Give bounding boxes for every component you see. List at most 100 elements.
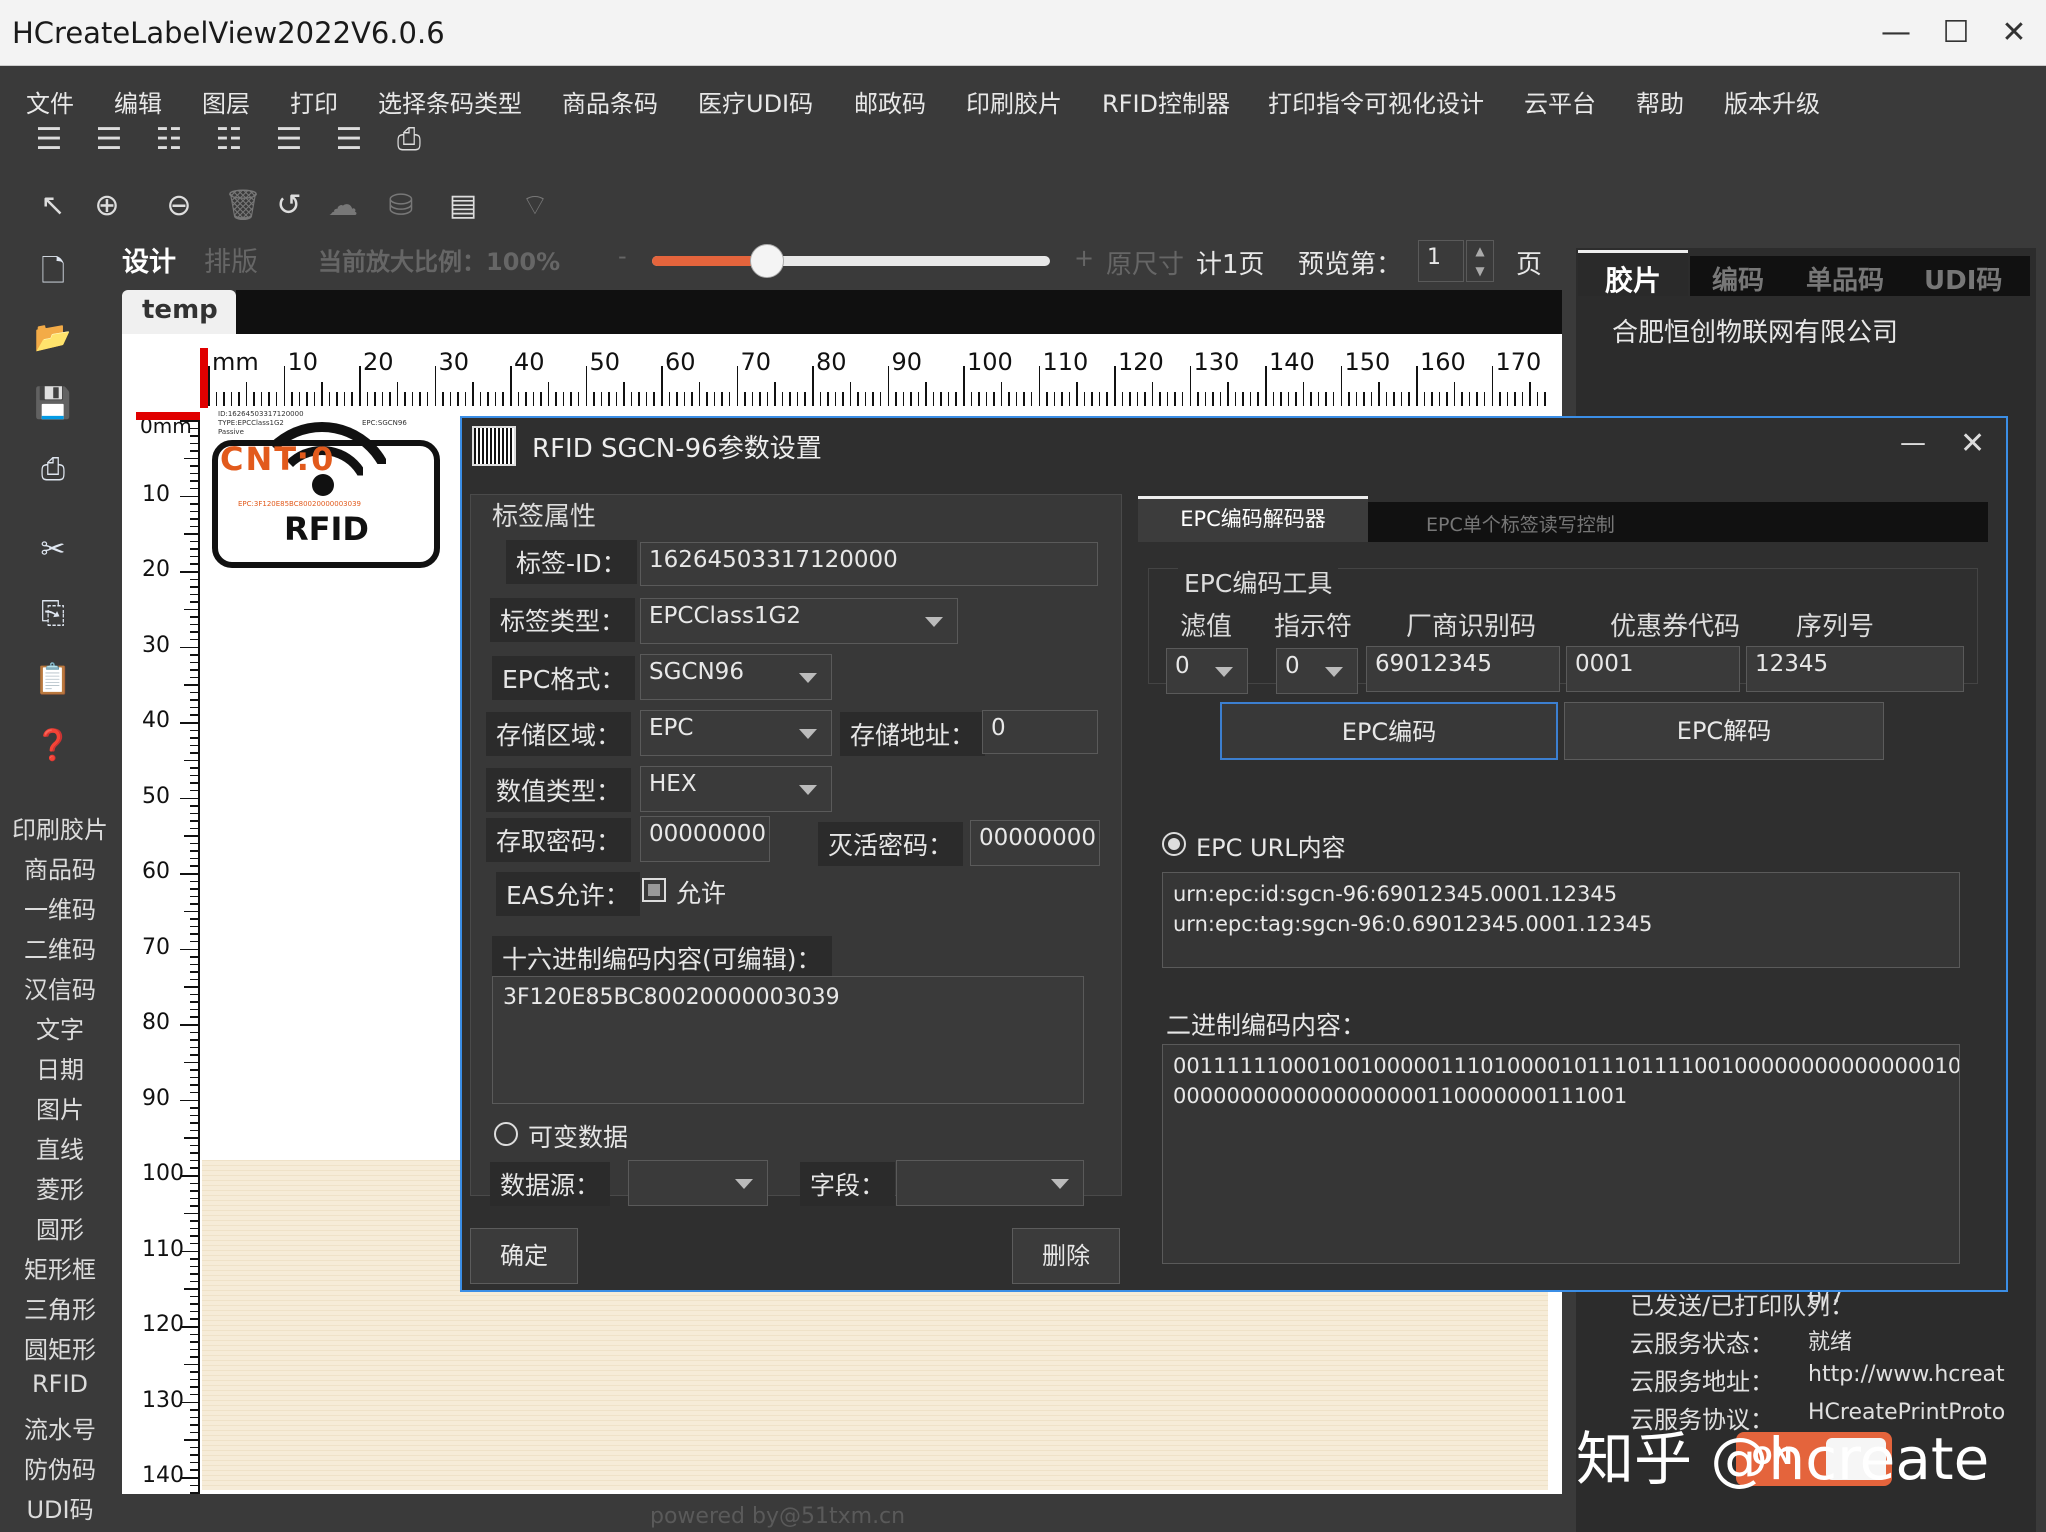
company-prefix-field[interactable]: 69012345 [1366, 646, 1560, 692]
field-select[interactable] [896, 1160, 1084, 1206]
minimize-icon[interactable]: — [1866, 8, 1926, 58]
cloud-icon[interactable]: ☁ [320, 186, 366, 232]
help-icon[interactable]: ❓ [28, 726, 78, 772]
menu-postal[interactable]: 邮政码 [854, 84, 926, 119]
data-source-select[interactable] [628, 1160, 768, 1206]
menu-print[interactable]: 打印 [290, 84, 338, 119]
delete-button[interactable]: 删除 [1012, 1228, 1120, 1284]
menu-product-barcode[interactable]: 商品条码 [562, 84, 658, 119]
kill-password-field[interactable]: 00000000 [970, 820, 1100, 866]
rfid-label-object[interactable]: ID:16264503317120000 TYPE:EPCClass1G2 EP… [212, 410, 440, 570]
sidebar-item-11[interactable]: 矩形框 [10, 1250, 110, 1285]
tab-epc-codec[interactable]: EPC编码解码器 [1138, 496, 1368, 542]
preview-page-input[interactable]: 1 [1418, 240, 1464, 282]
tab-design[interactable]: 设计 [122, 240, 176, 279]
menu-barcode-type[interactable]: 选择条码类型 [378, 84, 522, 119]
memory-address-field[interactable]: 0 [982, 710, 1098, 754]
tree-item-company[interactable]: 合肥恒创物联网有限公司 [1612, 312, 1898, 349]
sidebar-item-12[interactable]: 三角形 [10, 1290, 110, 1325]
tab-single[interactable]: 单品码 [1806, 260, 1884, 297]
serial-number-field[interactable]: 12345 [1746, 646, 1964, 692]
printer-icon[interactable]: ⎙ [386, 120, 432, 166]
print-icon[interactable]: ⎙ [28, 450, 78, 496]
sidebar-item-3[interactable]: 二维码 [10, 930, 110, 965]
hex-content-textarea[interactable]: 3F120E85BC80020000003039 [492, 976, 1084, 1104]
sidebar-item-14[interactable]: RFID [10, 1370, 110, 1398]
tab-film[interactable]: 胶片 [1578, 250, 1688, 297]
menu-cloud[interactable]: 云平台 [1524, 84, 1596, 119]
pointer-icon[interactable]: ↖ [30, 186, 76, 232]
memory-area-select[interactable]: EPC [640, 710, 832, 756]
open-folder-icon[interactable]: 📂 [28, 318, 78, 364]
menu-layer[interactable]: 图层 [202, 84, 250, 119]
sidebar-item-17[interactable]: UDI码 [10, 1490, 110, 1525]
sidebar-item-7[interactable]: 图片 [10, 1090, 110, 1125]
tab-layout[interactable]: 排版 [204, 240, 258, 279]
list-icon[interactable]: ☷ [146, 120, 192, 166]
epc-url-textarea[interactable]: urn:epc:id:sgcn-96:69012345.0001.12345 u… [1162, 872, 1960, 968]
tag-type-select[interactable]: EPCClass1G2 [640, 598, 958, 644]
justify-icon[interactable]: ☰ [266, 120, 312, 166]
menu-help[interactable]: 帮助 [1636, 84, 1684, 119]
sidebar-item-13[interactable]: 圆矩形 [10, 1330, 110, 1365]
sidebar-item-5[interactable]: 文字 [10, 1010, 110, 1045]
list-bullet-icon[interactable]: ☷ [206, 120, 252, 166]
menu-film[interactable]: 印刷胶片 [966, 84, 1062, 119]
variable-data-radio[interactable] [494, 1122, 518, 1146]
access-password-field[interactable]: 00000000 [640, 816, 770, 862]
sidebar-item-9[interactable]: 菱形 [10, 1170, 110, 1205]
dialog-minimize-icon[interactable]: — [1900, 428, 1926, 458]
copy-icon[interactable]: ⎘ [28, 594, 78, 640]
zoom-in-icon[interactable]: ⊕ [84, 186, 130, 232]
indicator-select[interactable]: 0 [1276, 648, 1358, 694]
epc-decode-button[interactable]: EPC解码 [1564, 702, 1884, 760]
ok-button[interactable]: 确定 [470, 1228, 578, 1284]
menu-edit[interactable]: 编辑 [114, 84, 162, 119]
epc-encode-button[interactable]: EPC编码 [1220, 702, 1558, 760]
tab-epc-rw[interactable]: EPC单个标签读写控制 [1426, 510, 1615, 537]
paste-icon[interactable]: 📋 [28, 660, 78, 706]
tab-encode[interactable]: 编码 [1712, 260, 1764, 297]
sidebar-item-4[interactable]: 汉信码 [10, 970, 110, 1005]
zoom-plus[interactable]: + [1074, 244, 1094, 272]
close-icon[interactable]: ✕ [1984, 8, 2044, 58]
actual-size-button[interactable]: 原尺寸 [1106, 244, 1184, 281]
zoom-slider-handle[interactable] [750, 244, 785, 278]
align-left-icon[interactable]: ☰ [26, 120, 72, 166]
wifi-printer-icon[interactable]: ⌔ [512, 186, 558, 232]
value-type-select[interactable]: HEX [640, 766, 832, 812]
menu-file[interactable]: 文件 [26, 84, 74, 119]
zoom-slider-track[interactable] [652, 244, 1050, 278]
tab-udi[interactable]: UDI码 [1924, 260, 2002, 297]
dialog-close-icon[interactable]: ✕ [1960, 426, 1985, 461]
menu-upgrade[interactable]: 版本升级 [1724, 84, 1820, 119]
cut-icon[interactable]: ✂ [28, 530, 78, 576]
maximize-icon[interactable]: ☐ [1926, 8, 1986, 58]
sidebar-item-10[interactable]: 圆形 [10, 1210, 110, 1245]
epc-format-select[interactable]: SGCN96 [640, 654, 832, 700]
sidebar-item-1[interactable]: 商品码 [10, 850, 110, 885]
binary-content-textarea[interactable]: 0011111100010010000011101000010111011110… [1162, 1044, 1960, 1264]
filter-select[interactable]: 0 [1166, 648, 1248, 694]
menu-rfid[interactable]: RFID控制器 [1102, 84, 1230, 119]
tab-temp[interactable]: temp [122, 290, 236, 334]
sidebar-item-6[interactable]: 日期 [10, 1050, 110, 1085]
eas-checkbox[interactable] [642, 878, 666, 902]
menu-medical-udi[interactable]: 医疗UDI码 [698, 84, 813, 119]
coupon-code-field[interactable]: 0001 [1566, 646, 1740, 692]
sidebar-item-15[interactable]: 流水号 [10, 1410, 110, 1445]
trash-icon[interactable]: 🗑 [220, 186, 266, 232]
new-file-icon[interactable]: 🗋 [28, 252, 78, 298]
page-spinner[interactable]: ▲ ▼ [1466, 240, 1494, 282]
save-icon[interactable]: 💾 [28, 384, 78, 430]
sidebar-item-2[interactable]: 一维码 [10, 890, 110, 925]
zoom-minus[interactable]: - [618, 242, 627, 270]
sidebar-item-0[interactable]: 印刷胶片 [10, 810, 110, 845]
align-center-icon[interactable]: ☰ [326, 120, 372, 166]
tag-id-field[interactable]: 16264503317120000 [640, 542, 1098, 586]
zoom-out-icon[interactable]: ⊖ [156, 186, 202, 232]
database-icon[interactable]: ⛁ [378, 186, 424, 232]
print-queue-icon[interactable]: ▤ [440, 186, 486, 232]
undo-icon[interactable]: ↺ [266, 186, 312, 232]
menu-print-cmd[interactable]: 打印指令可视化设计 [1268, 84, 1484, 119]
